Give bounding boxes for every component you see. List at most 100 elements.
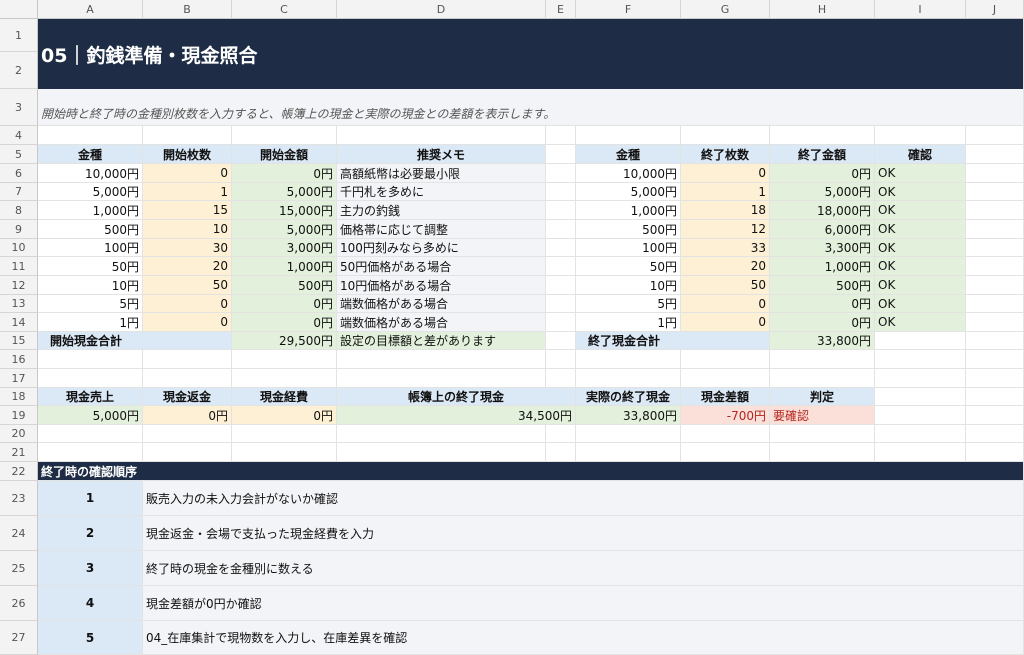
start-denomination[interactable]: 10円: [38, 276, 143, 295]
row-header[interactable]: 3: [0, 89, 38, 126]
end-total-label[interactable]: 終了現金合計: [576, 332, 770, 350]
check-status[interactable]: OK: [875, 313, 966, 332]
grid-cell[interactable]: [546, 443, 576, 462]
grid-cell[interactable]: [966, 145, 1024, 164]
column-header[interactable]: E: [546, 0, 576, 19]
grid-cell[interactable]: [38, 369, 143, 388]
start-denomination[interactable]: 1円: [38, 313, 143, 332]
start-count-input[interactable]: 0: [143, 164, 232, 183]
start-total-note[interactable]: 設定の目標額と差があります: [337, 332, 546, 350]
end-amount[interactable]: 3,300円: [770, 239, 875, 257]
start-amount[interactable]: 0円: [232, 295, 337, 313]
select-all-corner[interactable]: [0, 0, 38, 19]
grid-cell[interactable]: [576, 369, 681, 388]
column-header[interactable]: A: [38, 0, 143, 19]
grid-cell[interactable]: [546, 145, 576, 164]
grid-cell[interactable]: [143, 126, 232, 145]
step-text[interactable]: 04_在庫集計で現物数を入力し、在庫差異を確認: [143, 621, 1024, 655]
grid-cell[interactable]: [546, 313, 576, 332]
check-status[interactable]: OK: [875, 164, 966, 183]
end-denomination[interactable]: 100円: [576, 239, 681, 257]
end-count-input[interactable]: 12: [681, 220, 770, 239]
grid-cell[interactable]: [232, 126, 337, 145]
check-status[interactable]: OK: [875, 201, 966, 220]
grid-cell[interactable]: [966, 313, 1024, 332]
check-status[interactable]: OK: [875, 257, 966, 276]
column-header[interactable]: J: [966, 0, 1024, 19]
grid-cell[interactable]: [546, 295, 576, 313]
row-header[interactable]: 4: [0, 126, 38, 145]
grid-cell[interactable]: [143, 350, 232, 369]
cash-difference-value[interactable]: -700円: [681, 406, 770, 425]
end-denomination[interactable]: 10円: [576, 276, 681, 295]
cash-expense-input[interactable]: 0円: [232, 406, 337, 425]
header-book-end-cash[interactable]: 帳簿上の終了現金: [337, 388, 576, 406]
column-header[interactable]: C: [232, 0, 337, 19]
check-status[interactable]: OK: [875, 220, 966, 239]
grid-cell[interactable]: [546, 220, 576, 239]
grid-cell[interactable]: [546, 164, 576, 183]
grid-cell[interactable]: [337, 425, 546, 443]
grid-cell[interactable]: [966, 164, 1024, 183]
header-judgement[interactable]: 判定: [770, 388, 875, 406]
cash-sales-value[interactable]: 5,000円: [38, 406, 143, 425]
grid-cell[interactable]: [966, 425, 1024, 443]
grid-cell[interactable]: [966, 257, 1024, 276]
column-header[interactable]: B: [143, 0, 232, 19]
end-denomination[interactable]: 500円: [576, 220, 681, 239]
grid-cell[interactable]: [770, 369, 875, 388]
row-header[interactable]: 23: [0, 481, 38, 516]
grid-cell[interactable]: [546, 257, 576, 276]
end-amount[interactable]: 1,000円: [770, 257, 875, 276]
grid-cell[interactable]: [875, 350, 966, 369]
grid-cell[interactable]: [770, 350, 875, 369]
grid-cell[interactable]: [232, 425, 337, 443]
start-total-label[interactable]: 開始現金合計: [38, 332, 232, 350]
grid-cell[interactable]: [681, 350, 770, 369]
row-header[interactable]: 18: [0, 388, 38, 406]
grid-cell[interactable]: [770, 425, 875, 443]
end-total-value[interactable]: 33,800円: [770, 332, 875, 350]
end-count-input[interactable]: 0: [681, 164, 770, 183]
header-cash-sales[interactable]: 現金売上: [38, 388, 143, 406]
grid-cell[interactable]: [966, 388, 1024, 406]
row-header[interactable]: 2: [0, 52, 38, 89]
end-amount[interactable]: 6,000円: [770, 220, 875, 239]
grid-cell[interactable]: [143, 425, 232, 443]
header-end-amount[interactable]: 終了金額: [770, 145, 875, 164]
row-header[interactable]: 15: [0, 332, 38, 350]
grid-cell[interactable]: [546, 183, 576, 201]
grid-cell[interactable]: [546, 332, 576, 350]
recommend-memo[interactable]: 50円価格がある場合: [337, 257, 546, 276]
start-count-input[interactable]: 0: [143, 313, 232, 332]
start-amount[interactable]: 0円: [232, 164, 337, 183]
grid-cell[interactable]: [966, 126, 1024, 145]
end-count-input[interactable]: 50: [681, 276, 770, 295]
grid-cell[interactable]: [576, 350, 681, 369]
grid-cell[interactable]: [966, 369, 1024, 388]
step-text[interactable]: 現金差額が0円か確認: [143, 586, 1024, 621]
header-cash-difference[interactable]: 現金差額: [681, 388, 770, 406]
start-count-input[interactable]: 50: [143, 276, 232, 295]
grid-cell[interactable]: [38, 425, 143, 443]
row-header[interactable]: 14: [0, 313, 38, 332]
grid-cell[interactable]: [966, 332, 1024, 350]
grid-cell[interactable]: [576, 425, 681, 443]
start-count-input[interactable]: 30: [143, 239, 232, 257]
grid-cell[interactable]: [681, 369, 770, 388]
grid-cell[interactable]: [546, 126, 576, 145]
grid-cell[interactable]: [875, 425, 966, 443]
grid-cell[interactable]: [38, 126, 143, 145]
start-denomination[interactable]: 5,000円: [38, 183, 143, 201]
grid-cell[interactable]: [681, 443, 770, 462]
header-start-amount[interactable]: 開始金額: [232, 145, 337, 164]
grid-cell[interactable]: [546, 350, 576, 369]
step-number[interactable]: 4: [38, 586, 143, 621]
header-actual-end-cash[interactable]: 実際の終了現金: [576, 388, 681, 406]
step-text[interactable]: 現金返金・会場で支払った現金経費を入力: [143, 516, 1024, 551]
start-amount[interactable]: 5,000円: [232, 220, 337, 239]
book-end-cash-value[interactable]: 34,500円: [337, 406, 576, 425]
grid-cell[interactable]: [966, 350, 1024, 369]
row-header[interactable]: 7: [0, 183, 38, 201]
check-status[interactable]: OK: [875, 239, 966, 257]
